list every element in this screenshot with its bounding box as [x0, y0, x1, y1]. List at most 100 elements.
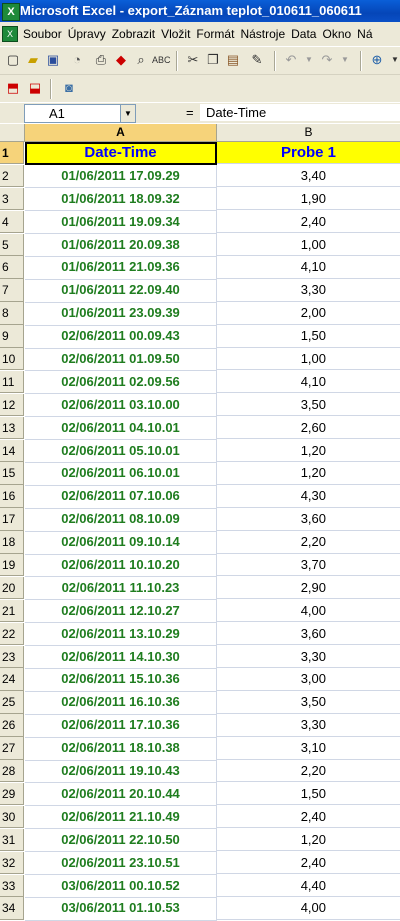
cell-probe-1[interactable]: 3,00 — [217, 668, 400, 691]
column-header-a[interactable]: A — [25, 124, 217, 142]
cell-probe-1[interactable]: 3,60 — [217, 508, 400, 531]
save-icon[interactable]: ▣ — [44, 51, 62, 69]
cell-probe-1[interactable]: 3,10 — [217, 737, 400, 760]
row-header[interactable]: 31 — [0, 828, 24, 852]
row-header[interactable]: 34 — [0, 897, 24, 920]
cell-date-time[interactable]: 02/06/2011 00.09.43 — [25, 325, 217, 349]
row-header[interactable]: 29 — [0, 782, 24, 806]
cell-date-time[interactable]: 02/06/2011 12.10.27 — [25, 599, 217, 624]
row-header[interactable]: 30 — [0, 805, 24, 829]
undo-icon[interactable]: ↶ — [282, 51, 300, 69]
open-folder-icon[interactable]: ▰ — [24, 51, 42, 69]
cell-b1[interactable]: Probe 1 — [217, 142, 400, 165]
cell-probe-1[interactable]: 1,00 — [217, 348, 400, 371]
acrobat-comment-icon[interactable]: ◙ — [60, 79, 78, 97]
cell-probe-1[interactable]: 4,00 — [217, 897, 400, 920]
row-header[interactable]: 28 — [0, 760, 24, 783]
cell-probe-1[interactable]: 3,60 — [217, 623, 400, 646]
cut-icon[interactable]: ✂ — [184, 51, 202, 69]
cell-date-time[interactable]: 01/06/2011 18.09.32 — [25, 187, 217, 212]
menu-napoveda[interactable]: Ná — [354, 22, 375, 46]
cell-date-time[interactable]: 02/06/2011 21.10.49 — [25, 805, 217, 830]
cell-date-time[interactable]: 02/06/2011 09.10.14 — [25, 531, 217, 555]
row-header[interactable]: 27 — [0, 737, 24, 760]
copy-icon[interactable]: ❐ — [204, 51, 222, 69]
row-header[interactable]: 20 — [0, 576, 24, 600]
row-header[interactable]: 11 — [0, 370, 24, 394]
row-header[interactable]: 24 — [0, 668, 24, 691]
research-icon[interactable]: ◆ — [112, 51, 130, 69]
new-file-icon[interactable]: ▢ — [4, 51, 22, 69]
cell-date-time[interactable]: 02/06/2011 16.10.36 — [25, 691, 217, 715]
menu-soubor[interactable]: Soubor — [20, 22, 65, 46]
cell-probe-1[interactable]: 4,30 — [217, 485, 400, 508]
cell-probe-1[interactable]: 4,10 — [217, 371, 400, 394]
formula-input[interactable]: Date-Time — [200, 104, 400, 121]
row-header[interactable]: 33 — [0, 874, 24, 897]
row-header[interactable]: 22 — [0, 622, 24, 646]
menu-vlozit[interactable]: Vložit — [158, 22, 193, 46]
redo-icon[interactable]: ↷ — [318, 51, 336, 69]
menu-upravy[interactable]: Úpravy — [65, 22, 109, 46]
cell-date-time[interactable]: 02/06/2011 20.10.44 — [25, 782, 217, 807]
menu-zobrazit[interactable]: Zobrazit — [109, 22, 158, 46]
row-header[interactable]: 8 — [0, 302, 24, 325]
row-header[interactable]: 14 — [0, 439, 24, 462]
cell-probe-1[interactable]: 3,30 — [217, 279, 400, 302]
hyperlink-icon[interactable]: ⊕ — [368, 51, 386, 69]
name-box[interactable]: A1 ▼ — [24, 104, 136, 123]
column-header-b[interactable]: B — [217, 124, 400, 142]
cell-probe-1[interactable]: 3,30 — [217, 646, 400, 668]
cell-probe-1[interactable]: 1,90 — [217, 188, 400, 211]
select-all-corner[interactable] — [0, 124, 25, 142]
chevron-down-icon[interactable]: ▼ — [120, 105, 135, 122]
cell-date-time[interactable]: 02/06/2011 05.10.01 — [25, 439, 217, 463]
cell-date-time[interactable]: 01/06/2011 19.09.34 — [25, 210, 217, 235]
cell-date-time[interactable]: 02/06/2011 17.10.36 — [25, 714, 217, 738]
cell-date-time[interactable]: 02/06/2011 10.10.20 — [25, 554, 217, 578]
cell-date-time[interactable]: 02/06/2011 04.10.01 — [25, 416, 217, 441]
row-header[interactable]: 2 — [0, 164, 24, 188]
cell-date-time[interactable]: 01/06/2011 23.09.39 — [25, 302, 217, 326]
row-header[interactable]: 10 — [0, 348, 24, 371]
menu-nastroje[interactable]: Nástroje — [237, 22, 288, 46]
cell-date-time[interactable]: 01/06/2011 22.09.40 — [25, 279, 217, 303]
cell-probe-1[interactable]: 1,50 — [217, 325, 400, 348]
cell-a1[interactable]: Date-Time — [25, 142, 217, 166]
cell-probe-1[interactable]: 1,50 — [217, 783, 400, 806]
cell-probe-1[interactable]: 4,10 — [217, 256, 400, 279]
toolbar-overflow-icon[interactable]: ▼ — [386, 51, 400, 69]
pdf-secure-icon[interactable]: ⬓ — [26, 79, 44, 97]
cell-probe-1[interactable]: 2,20 — [217, 531, 400, 554]
cell-probe-1[interactable]: 4,00 — [217, 600, 400, 623]
pdf-icon[interactable]: ⬒ — [4, 79, 22, 97]
row-header[interactable]: 21 — [0, 599, 24, 623]
cell-date-time[interactable]: 02/06/2011 15.10.36 — [25, 668, 217, 692]
cell-date-time[interactable]: 02/06/2011 11.10.23 — [25, 576, 217, 601]
cell-probe-1[interactable]: 1,20 — [217, 440, 400, 462]
row-header[interactable]: 16 — [0, 485, 24, 508]
cell-date-time[interactable]: 02/06/2011 18.10.38 — [25, 737, 217, 761]
row-header[interactable]: 5 — [0, 233, 24, 256]
cell-probe-1[interactable]: 2,20 — [217, 760, 400, 783]
cell-probe-1[interactable]: 1,20 — [217, 829, 400, 852]
print-icon[interactable]: ⎙ — [92, 51, 110, 69]
cell-probe-1[interactable]: 3,30 — [217, 714, 400, 737]
paste-icon[interactable]: ▤ — [224, 51, 242, 69]
permission-icon[interactable]: ◔ — [68, 51, 86, 69]
cell-date-time[interactable]: 01/06/2011 21.09.36 — [25, 256, 217, 280]
cell-date-time[interactable]: 02/06/2011 01.09.50 — [25, 348, 217, 372]
cell-date-time[interactable]: 02/06/2011 08.10.09 — [25, 508, 217, 532]
print-preview-icon[interactable]: ⌕ — [132, 51, 150, 69]
row-header[interactable]: 13 — [0, 416, 24, 440]
cell-date-time[interactable]: 01/06/2011 20.09.38 — [25, 233, 217, 257]
row-header[interactable]: 18 — [0, 531, 24, 554]
cell-date-time[interactable]: 02/06/2011 06.10.01 — [25, 462, 217, 486]
cell-date-time[interactable]: 03/06/2011 00.10.52 — [25, 874, 217, 898]
cell-probe-1[interactable]: 2,60 — [217, 417, 400, 440]
cell-probe-1[interactable]: 2,40 — [217, 806, 400, 829]
excel-app-icon[interactable]: X — [2, 3, 20, 21]
cell-date-time[interactable]: 02/06/2011 14.10.30 — [25, 645, 217, 669]
cell-date-time[interactable]: 03/06/2011 01.10.53 — [25, 897, 217, 921]
cell-date-time[interactable]: 02/06/2011 03.10.00 — [25, 393, 217, 418]
